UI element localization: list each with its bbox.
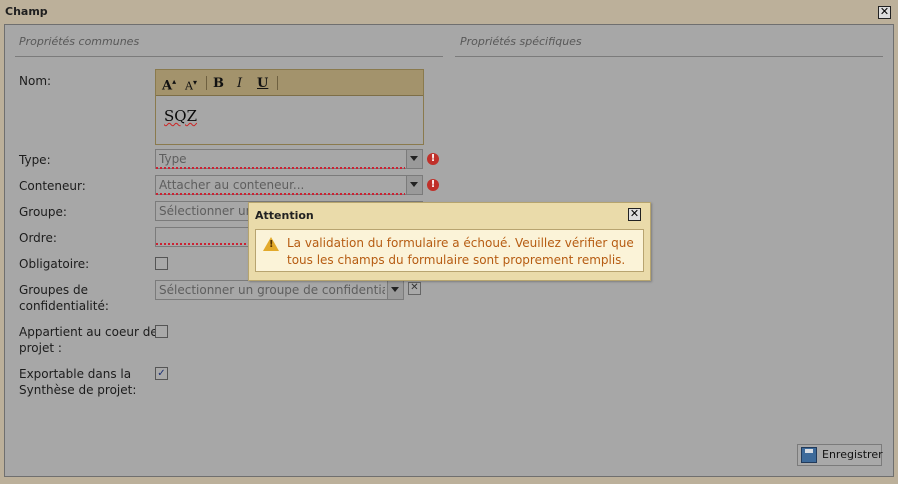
close-icon[interactable]: ✕: [628, 208, 641, 221]
italic-button[interactable]: I: [237, 76, 242, 91]
error-underline: [156, 193, 405, 195]
bold-button[interactable]: B: [213, 76, 224, 91]
coeur-label-line2: projet :: [19, 341, 62, 355]
coeur-checkbox[interactable]: [155, 325, 168, 338]
type-select[interactable]: Type: [155, 149, 423, 169]
chevron-down-icon[interactable]: [387, 281, 403, 299]
ordre-label: Ordre:: [19, 231, 57, 245]
coeur-label-line1: Appartient au coeur de: [19, 325, 158, 339]
nom-rich-text-editor: A▴ A▾ B I U SQZ: [155, 69, 424, 145]
toolbar-separator: [277, 76, 278, 90]
groupe-label: Groupe:: [19, 205, 67, 219]
section-title-specific: Propriétés spécifiques: [460, 35, 582, 48]
chevron-down-icon[interactable]: [406, 176, 422, 194]
error-icon: !: [427, 153, 439, 165]
save-button[interactable]: Enregistrer: [797, 444, 883, 466]
error-icon: !: [427, 179, 439, 191]
alert-title: Attention: [255, 209, 314, 222]
conteneur-label: Conteneur:: [19, 179, 86, 193]
validation-alert: Attention ✕ ! La validation du formulair…: [248, 202, 651, 281]
nom-label: Nom:: [19, 74, 52, 88]
exportable-checkbox[interactable]: ✓: [155, 367, 168, 380]
error-underline: [156, 243, 251, 245]
alert-message: La validation du formulaire a échoué. Ve…: [287, 236, 634, 267]
section-title-common: Propriétés communes: [19, 35, 140, 48]
chevron-down-icon[interactable]: [406, 150, 422, 168]
type-placeholder: Type: [159, 152, 187, 166]
obligatoire-checkbox[interactable]: [155, 257, 168, 270]
nom-value[interactable]: SQZ: [164, 107, 197, 125]
toolbar-separator: [206, 76, 207, 90]
groupes-conf-select[interactable]: Sélectionner un groupe de confidentialit…: [155, 280, 404, 300]
dialog-titlebar: Champ ✕: [0, 0, 898, 24]
save-icon: [801, 447, 817, 463]
field-dialog: Champ ✕ Propriétés communes Propriétés s…: [0, 0, 898, 484]
dialog-title: Champ: [5, 5, 48, 18]
alert-message-box: ! La validation du formulaire a échoué. …: [255, 229, 644, 272]
error-underline: [156, 167, 405, 169]
conteneur-select[interactable]: Attacher au conteneur...: [155, 175, 423, 195]
exportable-label-line1: Exportable dans la: [19, 367, 132, 381]
underline-button[interactable]: U: [257, 76, 268, 91]
conteneur-placeholder: Attacher au conteneur...: [159, 178, 305, 192]
clear-icon[interactable]: ✕: [408, 282, 421, 295]
type-label: Type:: [19, 153, 51, 167]
warning-icon-mark: !: [269, 239, 274, 250]
divider: [15, 56, 443, 57]
groupes-conf-label-line2: confidentialité:: [19, 299, 109, 313]
groupes-conf-label-line1: Groupes de: [19, 283, 88, 297]
shrink-font-button[interactable]: A▾: [185, 78, 197, 93]
rte-toolbar: A▴ A▾ B I U: [156, 70, 423, 96]
save-button-label: Enregistrer: [822, 448, 883, 461]
grow-font-button[interactable]: A▴: [162, 76, 176, 93]
obligatoire-label: Obligatoire:: [19, 257, 90, 271]
divider: [455, 56, 883, 57]
groupe-placeholder: Sélectionner un: [159, 204, 254, 218]
close-icon[interactable]: ✕: [878, 6, 891, 19]
checkmark-icon: ✓: [157, 368, 166, 379]
exportable-label-line2: Synthèse de projet:: [19, 383, 137, 397]
groupes-conf-placeholder: Sélectionner un groupe de confidentialit…: [159, 283, 385, 297]
